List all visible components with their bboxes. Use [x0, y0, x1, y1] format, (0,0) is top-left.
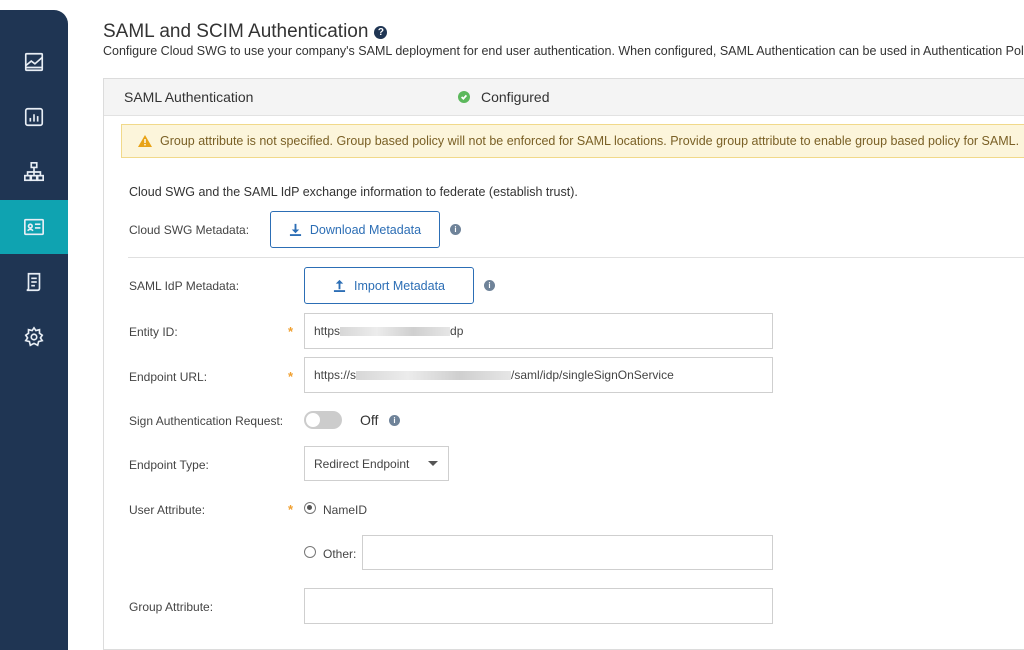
endpoint-type-value: Redirect Endpoint — [314, 456, 410, 471]
user-attribute-label: User Attribute: — [129, 503, 206, 517]
help-icon[interactable]: ? — [374, 26, 388, 39]
other-attribute-input[interactable] — [362, 535, 773, 570]
policy-icon — [26, 272, 41, 292]
import-metadata-button[interactable]: Import Metadata — [304, 267, 474, 304]
import-metadata-label: Import Metadata — [353, 278, 445, 293]
warning-banner: Group attribute is not specified. Group … — [121, 124, 1024, 158]
sidebar-item-authentication[interactable] — [0, 200, 68, 254]
sign-request-state: Off — [360, 412, 379, 428]
entity-id-suffix: dp — [450, 324, 464, 338]
page-title: SAML and SCIM Authentication? — [103, 21, 388, 43]
upload-icon — [333, 279, 346, 292]
card-header[interactable]: SAML Authentication Configured — [104, 79, 1024, 116]
other-radio[interactable] — [304, 546, 316, 558]
info-icon[interactable]: i — [450, 224, 461, 235]
network-icon — [24, 162, 44, 182]
sidebar-item-settings[interactable] — [0, 310, 68, 364]
page-description: Configure Cloud SWG to use your company'… — [103, 44, 1024, 58]
divider — [128, 257, 1024, 258]
info-icon[interactable]: i — [484, 280, 495, 291]
idp-metadata-label: SAML IdP Metadata: — [129, 279, 240, 293]
dashboard-icon — [24, 107, 44, 127]
redacted-text — [356, 370, 512, 380]
reports-icon — [24, 52, 44, 72]
other-option-label: Other: — [323, 547, 357, 561]
entity-id-input[interactable]: https dp — [304, 313, 773, 349]
page-title-text: SAML and SCIM Authentication — [103, 21, 369, 42]
sign-request-toggle[interactable] — [304, 411, 342, 429]
check-icon — [458, 91, 470, 103]
warning-text: Group attribute is not specified. Group … — [160, 134, 1020, 148]
required-marker: * — [288, 369, 294, 384]
download-metadata-button[interactable]: Download Metadata — [270, 211, 440, 248]
status-text: Configured — [481, 89, 550, 105]
required-marker: * — [288, 324, 294, 339]
nameid-radio[interactable] — [304, 502, 316, 514]
federation-intro: Cloud SWG and the SAML IdP exchange info… — [129, 185, 578, 199]
group-attribute-label: Group Attribute: — [129, 600, 214, 614]
authentication-icon — [24, 218, 44, 236]
toggle-knob — [306, 413, 320, 427]
sidebar-item-reports[interactable] — [0, 35, 68, 89]
endpoint-url-input[interactable]: https://s /saml/idp/singleSignOnService — [304, 357, 773, 393]
endpoint-url-prefix: https://s — [314, 368, 357, 382]
download-metadata-label: Download Metadata — [309, 222, 422, 237]
download-icon — [289, 223, 301, 236]
endpoint-url-suffix: /saml/idp/singleSignOnService — [511, 368, 674, 382]
group-attribute-input[interactable] — [304, 588, 773, 624]
endpoint-url-label: Endpoint URL: — [129, 370, 208, 384]
endpoint-type-select[interactable]: Redirect Endpoint — [304, 446, 449, 481]
sidebar-item-dashboard[interactable] — [0, 90, 68, 144]
chevron-down-icon — [428, 461, 438, 466]
sidebar-item-network[interactable] — [0, 145, 68, 199]
warning-icon — [138, 135, 152, 147]
info-icon[interactable]: i — [389, 415, 400, 426]
sidebar-item-policy[interactable] — [0, 255, 68, 309]
endpoint-type-label: Endpoint Type: — [129, 458, 209, 472]
sidebar — [0, 10, 68, 650]
required-marker: * — [288, 502, 294, 517]
nameid-option-label: NameID — [323, 503, 368, 517]
redacted-text — [340, 326, 451, 336]
status-badge: Configured — [458, 89, 550, 105]
card-title: SAML Authentication — [124, 89, 254, 105]
entity-id-prefix: https — [314, 324, 341, 338]
gear-icon — [24, 326, 44, 347]
entity-id-label: Entity ID: — [129, 325, 178, 339]
sign-request-label: Sign Authentication Request: — [129, 414, 284, 428]
swg-metadata-label: Cloud SWG Metadata: — [129, 223, 250, 237]
